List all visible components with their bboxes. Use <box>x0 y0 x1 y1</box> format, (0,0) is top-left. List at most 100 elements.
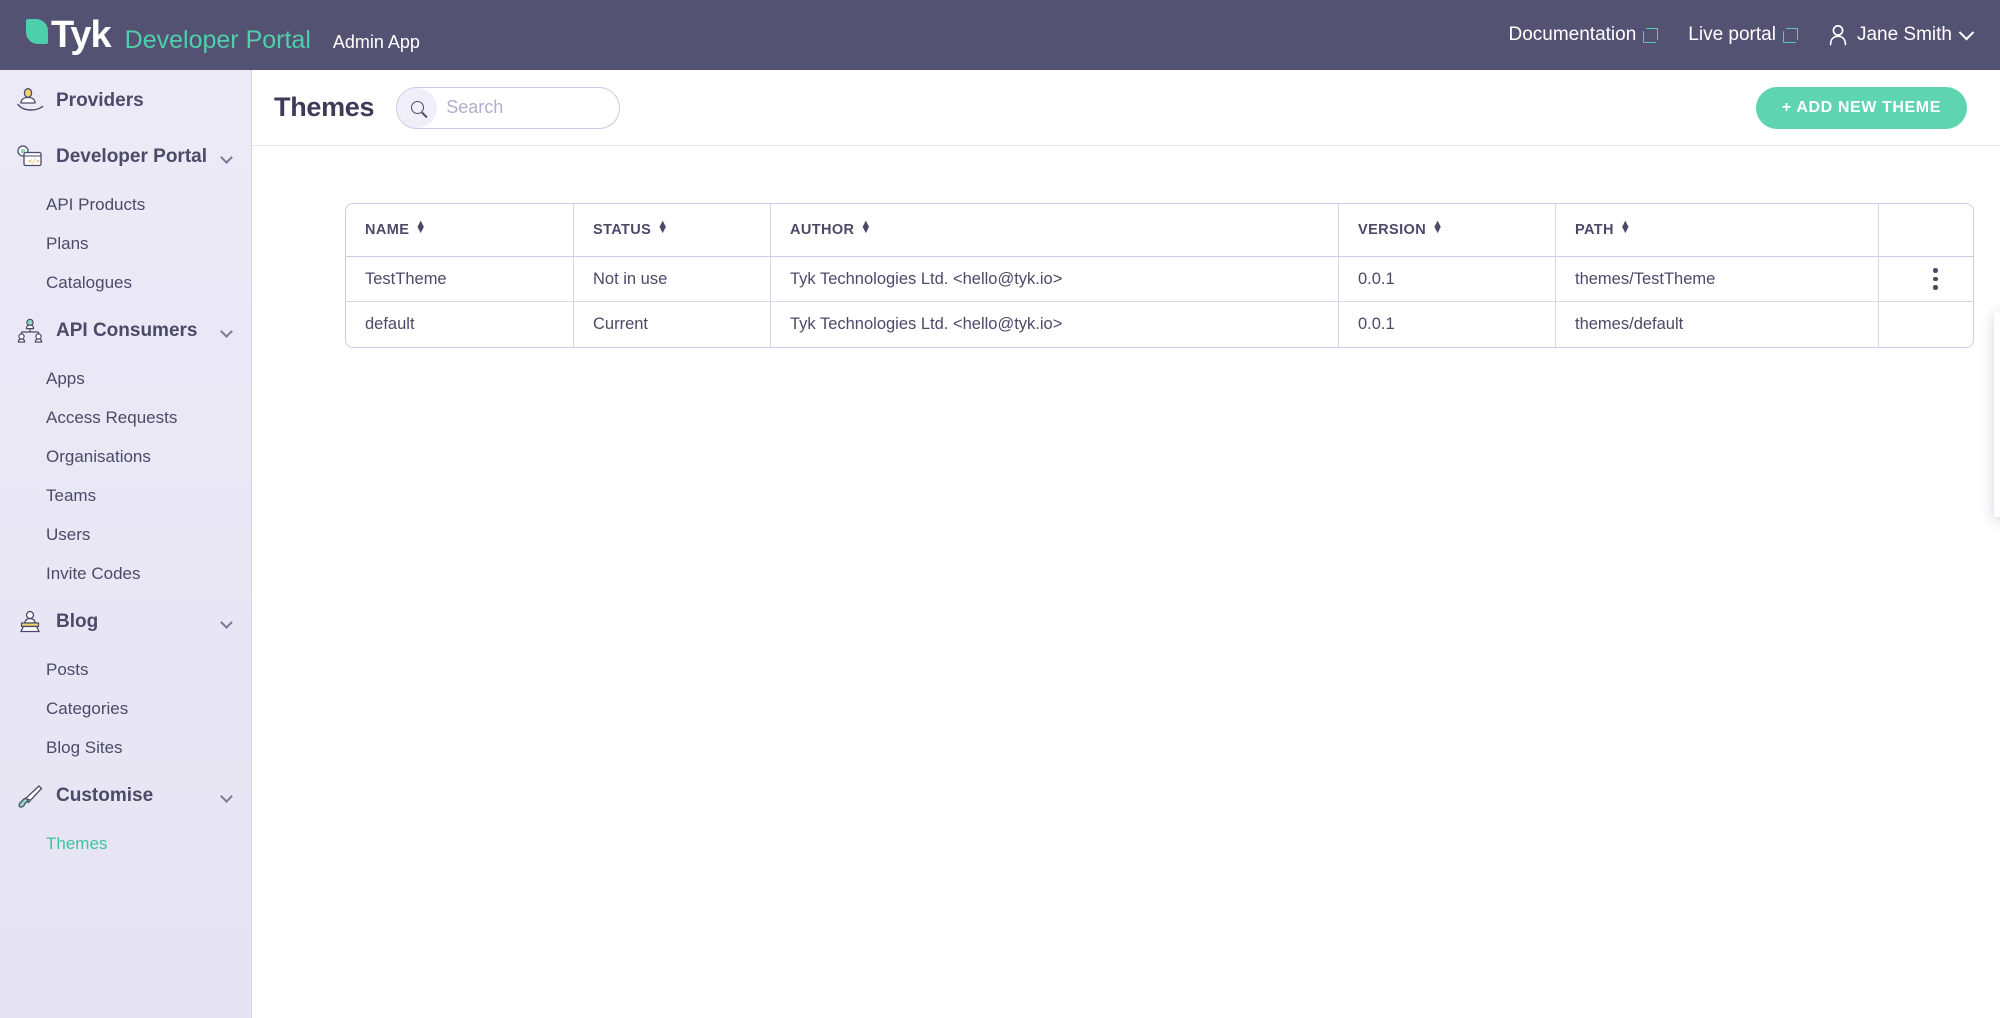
sidebar-item-catalogues[interactable]: Catalogues <box>0 263 251 302</box>
api-consumers-icon <box>14 316 46 346</box>
sidebar-item-teams[interactable]: Teams <box>0 476 251 515</box>
column-header-version[interactable]: VERSION ▲▼ <box>1339 204 1556 257</box>
developer-portal-icon: </> <box>14 142 46 172</box>
column-label: PATH <box>1575 222 1614 238</box>
sidebar-item-label: Teams <box>46 486 96 506</box>
sidebar-group-label: API Consumers <box>56 320 197 342</box>
sort-icon[interactable]: ▲▼ <box>860 221 869 233</box>
row-actions-menu-icon[interactable] <box>1898 268 1973 290</box>
sidebar-group-blog[interactable]: Blog <box>0 599 251 645</box>
cell-actions <box>1879 257 1973 302</box>
themes-table-container: NAME▲▼ STATUS ▲▼ AUTHOR▲▼ VERSION ▲▼ PATH ▲… <box>345 203 1972 348</box>
cell-name: TestTheme <box>346 257 574 302</box>
add-new-theme-button[interactable]: + ADD NEW THEME <box>1756 87 1967 129</box>
live-portal-label: Live portal <box>1688 24 1776 46</box>
table-row: TestTheme Not in use Tyk Technologies Lt… <box>346 257 1973 302</box>
chevron-down-icon <box>220 325 233 338</box>
chevron-down-icon <box>220 790 233 803</box>
sidebar-item-posts[interactable]: Posts <box>0 650 251 689</box>
sidebar-item-api-products[interactable]: API Products <box>0 185 251 224</box>
sidebar-item-organisations[interactable]: Organisations <box>0 437 251 476</box>
main-content: Themes + ADD NEW THEME NAME▲▼ <box>252 70 2000 1018</box>
cell-actions <box>1879 302 1973 347</box>
sidebar-item-users[interactable]: Users <box>0 515 251 554</box>
page-header: Themes + ADD NEW THEME <box>252 70 2000 146</box>
top-bar: Tyk Developer Portal Admin App Documenta… <box>0 0 2000 70</box>
table-header-row: NAME▲▼ STATUS ▲▼ AUTHOR▲▼ VERSION ▲▼ PATH ▲… <box>346 204 1973 257</box>
search-box[interactable] <box>396 87 620 129</box>
cell-status: Not in use <box>574 257 771 302</box>
page-title: Themes <box>274 92 374 123</box>
table-body: TestTheme Not in use Tyk Technologies Lt… <box>346 257 1973 347</box>
search-icon <box>397 88 437 128</box>
sidebar-group-label: Blog <box>56 611 98 633</box>
sort-icon[interactable]: ▲▼ <box>415 221 424 233</box>
sort-icon[interactable]: ▲▼ <box>657 221 666 233</box>
tyk-leaf-icon <box>26 19 48 44</box>
sidebar: Providers </> Developer Portal API Produ… <box>0 70 252 1018</box>
user-avatar-icon <box>1828 24 1848 46</box>
sidebar-item-label: Organisations <box>46 447 151 467</box>
sidebar-group-label: Providers <box>56 90 144 112</box>
menu-item-download[interactable]: Download <box>1994 436 2000 491</box>
column-label: STATUS <box>593 222 651 238</box>
menu-item-preview[interactable]: Preview <box>1994 381 2000 436</box>
sidebar-group-customise[interactable]: Customise <box>0 773 251 819</box>
cell-path: themes/default <box>1556 302 1879 347</box>
user-menu[interactable]: Jane Smith <box>1828 24 1972 46</box>
sidebar-item-label: Apps <box>46 369 85 389</box>
sidebar-item-label: Invite Codes <box>46 564 141 584</box>
sidebar-item-label: API Products <box>46 195 145 215</box>
themes-table: NAME▲▼ STATUS ▲▼ AUTHOR▲▼ VERSION ▲▼ PATH ▲… <box>345 203 1974 348</box>
column-header-author[interactable]: AUTHOR▲▼ <box>771 204 1339 257</box>
cell-path: themes/TestTheme <box>1556 257 1879 302</box>
search-input[interactable] <box>446 97 596 118</box>
sidebar-item-label: Plans <box>46 234 89 254</box>
svg-text:</>: </> <box>28 157 40 165</box>
chevron-down-icon <box>220 151 233 164</box>
cell-author: Tyk Technologies Ltd. <hello@tyk.io> <box>771 302 1339 347</box>
cell-version: 0.0.1 <box>1339 302 1556 347</box>
sidebar-item-label: Themes <box>46 834 107 854</box>
paintbrush-icon <box>14 781 46 811</box>
sidebar-item-categories[interactable]: Categories <box>0 689 251 728</box>
sidebar-item-plans[interactable]: Plans <box>0 224 251 263</box>
sidebar-item-invite-codes[interactable]: Invite Codes <box>0 554 251 593</box>
column-label: VERSION <box>1358 222 1426 238</box>
cell-status: Current <box>574 302 771 347</box>
sidebar-item-apps[interactable]: Apps <box>0 359 251 398</box>
column-header-path[interactable]: PATH ▲▼ <box>1556 204 1879 257</box>
external-link-icon <box>1783 28 1798 43</box>
sidebar-item-label: Blog Sites <box>46 738 123 758</box>
live-portal-link[interactable]: Live portal <box>1688 24 1798 46</box>
sort-icon[interactable]: ▲▼ <box>1620 221 1629 233</box>
app-label: Admin App <box>333 33 420 51</box>
sidebar-item-access-requests[interactable]: Access Requests <box>0 398 251 437</box>
sidebar-group-developer-portal[interactable]: </> Developer Portal <box>0 134 251 180</box>
chevron-down-icon <box>1959 24 1975 40</box>
sidebar-item-themes[interactable]: Themes <box>0 824 251 863</box>
table-head: NAME▲▼ STATUS ▲▼ AUTHOR▲▼ VERSION ▲▼ PATH ▲… <box>346 204 1973 257</box>
brand-logo[interactable]: Tyk Developer Portal Admin App <box>26 16 420 54</box>
sidebar-item-label: Posts <box>46 660 89 680</box>
sidebar-group-label: Customise <box>56 785 153 807</box>
column-header-actions <box>1879 204 1973 257</box>
external-link-icon <box>1643 28 1658 43</box>
top-bar-actions: Documentation Live portal Jane Smith <box>1508 24 1972 46</box>
sidebar-group-api-consumers[interactable]: API Consumers <box>0 308 251 354</box>
sidebar-group-providers[interactable]: Providers <box>0 78 251 124</box>
sort-icon[interactable]: ▲▼ <box>1432 221 1441 233</box>
provider-hand-icon <box>14 86 46 116</box>
tyk-wordmark: Tyk <box>51 16 111 54</box>
sidebar-item-label: Users <box>46 525 90 545</box>
blog-icon <box>14 607 46 637</box>
sidebar-item-blog-sites[interactable]: Blog Sites <box>0 728 251 767</box>
column-header-status[interactable]: STATUS ▲▼ <box>574 204 771 257</box>
product-name: Developer Portal <box>125 28 311 53</box>
sidebar-item-label: Categories <box>46 699 128 719</box>
cell-name: default <box>346 302 574 347</box>
documentation-label: Documentation <box>1508 24 1636 46</box>
column-header-name[interactable]: NAME▲▼ <box>346 204 574 257</box>
documentation-link[interactable]: Documentation <box>1508 24 1658 46</box>
cell-author: Tyk Technologies Ltd. <hello@tyk.io> <box>771 257 1339 302</box>
